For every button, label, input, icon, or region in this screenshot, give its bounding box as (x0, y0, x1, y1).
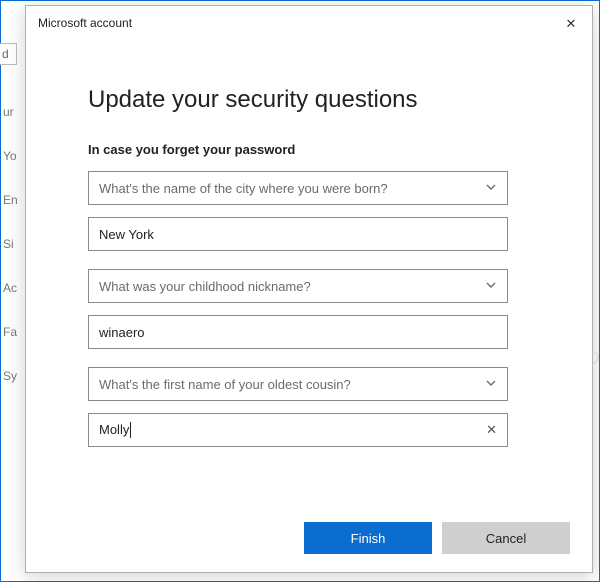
text-caret (130, 422, 131, 438)
question-2-text: What was your childhood nickname? (99, 279, 311, 294)
question-2-select[interactable]: What was your childhood nickname? (88, 269, 508, 303)
chevron-down-icon (485, 279, 497, 294)
chevron-down-icon (485, 181, 497, 196)
app-frame: d ur Yo En Si Ac Fa Sy http://winaero.co… (0, 0, 600, 582)
background-text-fragment: Fa (3, 325, 23, 339)
background-text-fragment: Sy (3, 369, 23, 383)
cancel-button[interactable]: Cancel (442, 522, 570, 554)
chevron-down-icon (485, 377, 497, 392)
question-1-text: What's the name of the city where you we… (99, 181, 388, 196)
question-3-select[interactable]: What's the first name of your oldest cou… (88, 367, 508, 401)
dialog-title: Microsoft account (38, 16, 132, 30)
answer-3-value: Molly (99, 422, 478, 439)
question-1-select[interactable]: What's the name of the city where you we… (88, 171, 508, 205)
background-text-fragment: En (3, 193, 23, 207)
answer-1-value: New York (99, 227, 497, 242)
close-icon: ✕ (486, 422, 497, 437)
security-questions-dialog: Microsoft account ✕ Update your security… (25, 5, 593, 573)
answer-2-value: winaero (99, 325, 497, 340)
answer-3-input[interactable]: Molly ✕ (88, 413, 508, 447)
page-subheading: In case you forget your password (88, 142, 530, 157)
close-icon: ✕ (566, 17, 577, 30)
dialog-button-bar: Finish Cancel (304, 522, 570, 554)
answer-1-input[interactable]: New York (88, 217, 508, 251)
answer-2-input[interactable]: winaero (88, 315, 508, 349)
finish-button[interactable]: Finish (304, 522, 432, 554)
question-3-text: What's the first name of your oldest cou… (99, 377, 351, 392)
clear-input-button[interactable]: ✕ (478, 422, 497, 438)
dialog-titlebar: Microsoft account ✕ (26, 6, 592, 36)
background-text-fragment: Si (3, 237, 23, 251)
page-title: Update your security questions (88, 86, 530, 114)
background-text-fragment: Yo (3, 149, 23, 163)
background-input-fragment: d (0, 43, 17, 65)
close-button[interactable]: ✕ (562, 14, 580, 32)
background-text-fragment: Ac (3, 281, 23, 295)
background-text-fragment: ur (3, 105, 23, 119)
dialog-content: Update your security questions In case y… (26, 36, 592, 475)
